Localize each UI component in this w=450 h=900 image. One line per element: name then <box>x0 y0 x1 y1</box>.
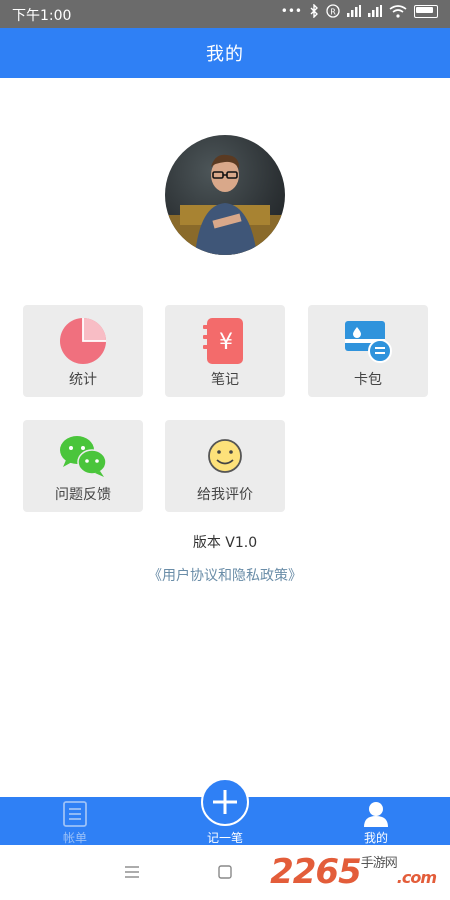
bill-icon <box>63 801 87 827</box>
menu-item-card-wallet[interactable]: 卡包 <box>308 305 428 397</box>
menu-item-label: 统计 <box>69 372 97 388</box>
avatar[interactable] <box>165 135 285 255</box>
page-title: 我的 <box>206 44 244 65</box>
status-bar: 下午1:00 ••• R <box>0 0 450 28</box>
policy-link[interactable]: 《用户协议和隐私政策》 <box>0 565 450 585</box>
menu-item-label: 笔记 <box>211 372 239 388</box>
menu-item-notes[interactable]: ¥ 笔记 <box>165 305 285 397</box>
r-circle-icon: R <box>326 4 340 18</box>
avatar-photo <box>165 154 285 255</box>
watermark-brand: 2265 <box>270 852 362 892</box>
watermark-domain: .com <box>396 868 437 887</box>
tab-bill-label: 帐单 <box>62 831 87 845</box>
menu-item-label: 给我评价 <box>197 487 253 503</box>
user-icon <box>364 802 388 827</box>
pie-chart-icon <box>57 317 109 365</box>
notebook-icon: ¥ <box>199 317 251 365</box>
more-icon: ••• <box>280 4 302 18</box>
page-header: 我的 <box>0 28 450 78</box>
smiley-icon <box>199 432 251 480</box>
menu-item-statistics[interactable]: 统计 <box>23 305 143 397</box>
status-time: 下午1:00 <box>12 8 72 24</box>
card-wallet-icon <box>342 317 394 365</box>
tab-mine[interactable]: 我的 <box>326 797 426 845</box>
menu-icon[interactable] <box>125 866 139 878</box>
watermark-logo: 2265手游网.com <box>270 852 437 892</box>
wechat-icon <box>57 432 109 480</box>
wifi-icon <box>389 4 407 18</box>
tab-record-label: 记一笔 <box>206 831 243 845</box>
bluetooth-icon <box>310 4 318 18</box>
menu-item-label: 卡包 <box>354 372 382 388</box>
tab-bill[interactable]: 帐单 <box>25 797 125 845</box>
home-icon[interactable] <box>218 865 232 879</box>
menu-item-feedback[interactable]: 问题反馈 <box>23 420 143 512</box>
battery-icon <box>414 4 438 18</box>
menu-item-label: 问题反馈 <box>55 487 111 503</box>
menu-item-rate[interactable]: 给我评价 <box>165 420 285 512</box>
svg-text:¥: ¥ <box>219 330 233 355</box>
signal-icon-2 <box>368 5 382 17</box>
watermark-suffix: 手游网 <box>360 856 398 871</box>
signal-icon <box>347 5 361 17</box>
add-record-button[interactable] <box>201 778 249 826</box>
plus-icon <box>213 790 237 814</box>
tab-mine-label: 我的 <box>363 831 388 845</box>
status-icons: ••• R <box>281 4 438 18</box>
version-text: 版本 V1.0 <box>192 535 258 551</box>
svg-text:R: R <box>330 8 336 17</box>
